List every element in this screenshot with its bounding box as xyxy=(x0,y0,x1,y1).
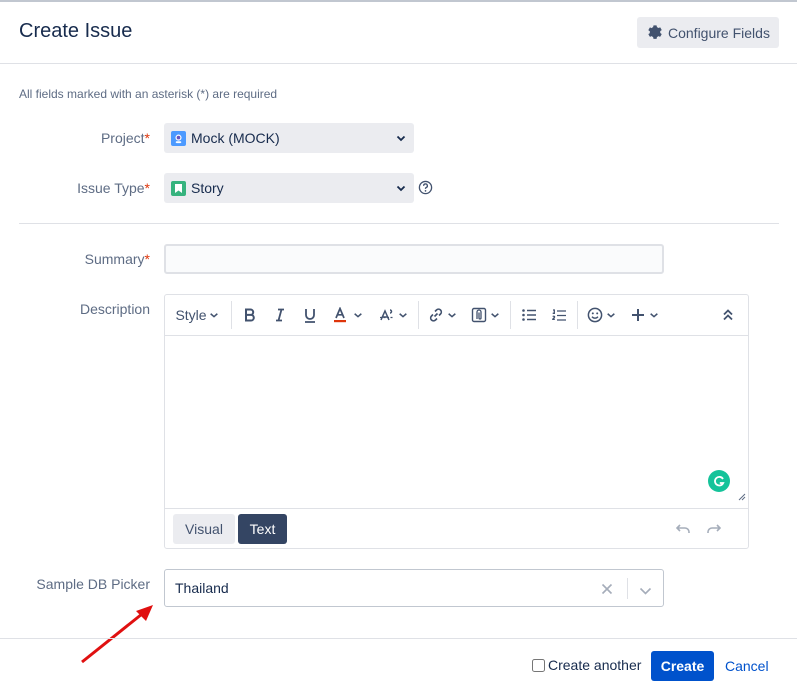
grammarly-icon[interactable] xyxy=(708,470,730,492)
dialog-title: Create Issue xyxy=(19,20,133,42)
picker-separator xyxy=(627,578,628,599)
bold-icon[interactable] xyxy=(238,303,262,327)
toolbar-separator xyxy=(231,301,232,329)
text-formatting-button[interactable] xyxy=(377,303,409,327)
toolbar-separator xyxy=(418,301,419,329)
style-label: Style xyxy=(175,307,207,323)
configure-fields-button[interactable]: Configure Fields xyxy=(637,17,779,48)
underline-icon[interactable] xyxy=(298,303,322,327)
chevron-down-icon xyxy=(209,313,218,318)
numbered-list-icon[interactable] xyxy=(547,303,571,327)
italic-icon[interactable] xyxy=(268,303,292,327)
configure-fields-label: Configure Fields xyxy=(668,24,770,41)
chevron-down-icon xyxy=(490,313,499,318)
chevron-down-icon xyxy=(395,181,407,197)
chevron-down-icon xyxy=(398,313,407,318)
attachment-button[interactable] xyxy=(469,303,501,327)
clear-formatting-icon xyxy=(379,309,394,321)
summary-input[interactable] xyxy=(164,244,664,274)
story-icon xyxy=(171,180,186,196)
resize-handle-icon[interactable] xyxy=(738,488,746,506)
gear-icon xyxy=(648,25,663,40)
style-dropdown[interactable]: Style xyxy=(173,303,221,327)
description-textarea[interactable] xyxy=(165,336,748,508)
create-another-checkbox[interactable] xyxy=(532,658,545,672)
issue-type-label: Issue Type* xyxy=(77,180,150,196)
chevron-down-icon xyxy=(447,313,456,318)
chevron-down-icon[interactable] xyxy=(639,583,652,601)
project-value: Mock (MOCK) xyxy=(191,130,280,146)
project-select[interactable]: Mock (MOCK) xyxy=(164,123,414,153)
text-mode-tab[interactable]: Text xyxy=(238,514,287,544)
text-color-icon xyxy=(333,307,346,323)
editor-mode-bar: Visual Text xyxy=(165,508,748,548)
db-picker-select[interactable]: Thailand xyxy=(164,569,664,607)
create-issue-dialog: Create Issue Configure Fields All fields… xyxy=(0,0,797,687)
toolbar-separator xyxy=(577,301,578,329)
project-label: Project* xyxy=(100,130,150,146)
link-button[interactable] xyxy=(426,303,458,327)
issue-type-value: Story xyxy=(191,180,224,196)
chevron-down-icon xyxy=(395,131,407,147)
db-picker-value: Thailand xyxy=(175,580,229,596)
visual-mode-tab[interactable]: Visual xyxy=(173,514,235,544)
help-icon[interactable] xyxy=(418,180,433,195)
create-button[interactable]: Create xyxy=(651,651,714,681)
chevron-down-icon xyxy=(606,313,615,318)
description-label: Description xyxy=(79,301,150,317)
attachment-icon xyxy=(471,307,486,323)
cancel-link[interactable]: Cancel xyxy=(725,658,769,674)
bullet-list-icon[interactable] xyxy=(517,303,541,327)
text-color-button[interactable] xyxy=(329,303,365,327)
link-icon xyxy=(429,308,442,322)
chevron-down-icon xyxy=(353,313,362,318)
summary-label: Summary* xyxy=(84,251,150,267)
description-editor: Style Visual Text xyxy=(164,294,749,549)
toolbar-separator xyxy=(510,301,511,329)
project-avatar-icon xyxy=(171,130,186,146)
redo-icon[interactable] xyxy=(706,522,722,540)
section-divider xyxy=(19,223,779,224)
create-another-label: Create another xyxy=(548,657,642,673)
required-fields-note: All fields marked with an asterisk (*) a… xyxy=(19,87,278,101)
emoji-button[interactable] xyxy=(585,303,617,327)
clear-icon[interactable] xyxy=(601,582,613,600)
dialog-header: Create Issue Configure Fields xyxy=(0,2,797,64)
create-another-option[interactable]: Create another xyxy=(532,657,641,673)
chevron-down-icon xyxy=(650,313,658,318)
collapse-toolbar-icon[interactable] xyxy=(716,303,740,327)
insert-more-button[interactable] xyxy=(629,303,661,327)
editor-toolbar: Style xyxy=(165,295,748,336)
undo-icon[interactable] xyxy=(675,522,691,540)
db-picker-label: Sample DB Picker xyxy=(36,576,150,592)
emoji-icon xyxy=(587,307,602,323)
issue-type-select[interactable]: Story xyxy=(164,173,414,203)
plus-icon xyxy=(632,309,644,321)
